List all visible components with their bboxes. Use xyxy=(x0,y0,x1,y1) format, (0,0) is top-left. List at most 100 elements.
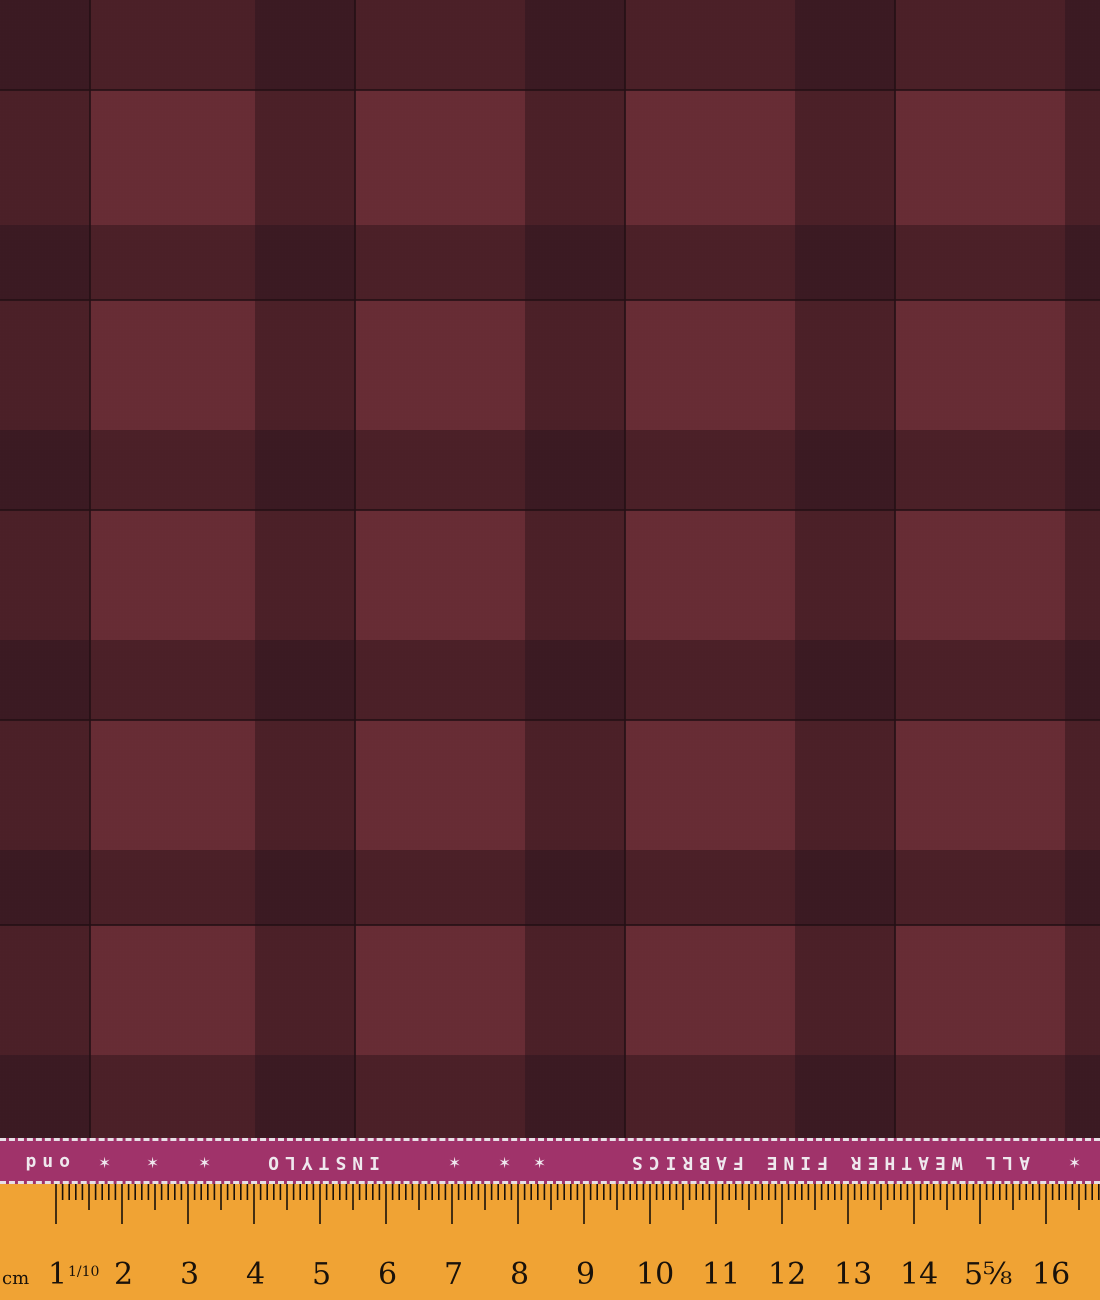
fabric-check-cell xyxy=(895,510,1065,640)
fabric-check-cell xyxy=(90,430,255,510)
fabric-check-cell xyxy=(795,225,895,300)
fabric-check-cell xyxy=(255,1055,355,1140)
ruler-number: 8 xyxy=(510,1257,529,1292)
fabric-check-cell xyxy=(895,850,1065,925)
fabric-check-cell xyxy=(255,90,355,225)
fabric-check-cell xyxy=(255,430,355,510)
fabric-check-cell xyxy=(625,925,795,1055)
fabric-check-cell xyxy=(795,1055,895,1140)
selvedge-text-strip: ond ✶ ✶ ✶ INSTYLO ✶ ✶ ✶ ALL WEATHER FINE… xyxy=(0,1146,1100,1176)
fabric-check-cell xyxy=(255,925,355,1055)
ruler-number: 5 xyxy=(312,1257,331,1292)
ruler-unit-label: cm xyxy=(2,1268,29,1289)
fabric-check-cell xyxy=(90,90,255,225)
fabric-check-cell xyxy=(255,720,355,850)
fabric-check-cell xyxy=(625,0,795,90)
fabric-check-cell xyxy=(1065,225,1100,300)
fabric-check-cell xyxy=(795,850,895,925)
star-icon: ✶ xyxy=(141,1152,158,1173)
fabric-check-cell xyxy=(895,640,1065,720)
fabric-check-cell xyxy=(355,510,525,640)
fabric-check-cell xyxy=(895,300,1065,430)
fabric-check-cell xyxy=(525,0,625,90)
ruler-number: 3 xyxy=(180,1257,199,1292)
fabric-check-cell xyxy=(255,300,355,430)
fabric-check-cell xyxy=(625,430,795,510)
fabric-check-cell xyxy=(525,850,625,925)
ruler-number: 9 xyxy=(576,1257,595,1292)
fabric-check-cell xyxy=(355,1055,525,1140)
checked-fabric xyxy=(0,0,1100,1140)
fabric-check-cell xyxy=(525,640,625,720)
fabric-check-cell xyxy=(795,510,895,640)
fabric-check-cell xyxy=(90,225,255,300)
fabric-check-pattern xyxy=(0,0,1100,1140)
fabric-check-cell xyxy=(0,0,90,90)
fabric-check-cell xyxy=(355,225,525,300)
star-icon: ✶ xyxy=(93,1152,110,1173)
fabric-check-cell xyxy=(0,720,90,850)
fabric-check-cell xyxy=(1065,720,1100,850)
ruler-number: 10 xyxy=(636,1257,674,1292)
fabric-check-cell xyxy=(795,0,895,90)
fabric-check-cell xyxy=(795,300,895,430)
selvedge-brand-instylo: INSTYLO xyxy=(262,1152,380,1173)
fabric-check-cell xyxy=(525,90,625,225)
ruler-ticks: cm 1/10 1 2 3 4 5 6 7 8 9 10 11 12 13 14 165⅝ xyxy=(2,1184,1100,1292)
fabric-check-cell xyxy=(895,90,1065,225)
fabric-check-cell xyxy=(1065,510,1100,640)
fabric-check-cell xyxy=(0,925,90,1055)
fabric-check-cell xyxy=(1065,925,1100,1055)
fabric-check-cell xyxy=(255,225,355,300)
ruler-number: 16 xyxy=(1032,1257,1070,1292)
fabric-check-cell xyxy=(90,925,255,1055)
fabric-check-cell xyxy=(625,225,795,300)
fabric-check-cell xyxy=(895,430,1065,510)
selvedge-tagline: ALL WEATHER FINE FABRICS xyxy=(625,1152,1030,1173)
fabric-check-cell xyxy=(355,720,525,850)
fabric-check-cell xyxy=(355,0,525,90)
fabric-check-cell xyxy=(0,1055,90,1140)
fabric-check-cell xyxy=(525,925,625,1055)
fabric-check-cell xyxy=(1065,1055,1100,1140)
fabric-check-cell xyxy=(90,1055,255,1140)
fabric-check-cell xyxy=(525,225,625,300)
fabric-check-cell xyxy=(625,1055,795,1140)
fabric-check-cell xyxy=(525,510,625,640)
fabric-check-cell xyxy=(0,430,90,510)
fabric-check-cell xyxy=(625,90,795,225)
fabric-check-cell xyxy=(90,640,255,720)
ruler-fraction-label: 5⅝ xyxy=(964,1257,1012,1292)
fabric-check-cell xyxy=(90,300,255,430)
ruler-number: 1 xyxy=(48,1257,67,1292)
fabric-check-cell xyxy=(625,640,795,720)
fabric-check-cell xyxy=(0,510,90,640)
measuring-tape: cm 1/10 1 2 3 4 5 6 7 8 9 10 11 12 13 14 16 5⅝ xyxy=(0,1184,1100,1300)
fabric-check-cell xyxy=(525,1055,625,1140)
ruler-number: 11 xyxy=(702,1257,740,1292)
ruler-number: 2 xyxy=(114,1257,133,1292)
fabric-check-cell xyxy=(625,720,795,850)
fabric-check-cell xyxy=(355,640,525,720)
ruler-tenth-label: 1/10 xyxy=(68,1264,99,1280)
fabric-check-cell xyxy=(795,640,895,720)
fabric-check-cell xyxy=(90,510,255,640)
fabric-check-cell xyxy=(895,0,1065,90)
fabric-check-cell xyxy=(795,90,895,225)
fabric-check-cell xyxy=(0,225,90,300)
fabric-check-cell xyxy=(355,300,525,430)
ruler-number: 12 xyxy=(768,1257,806,1292)
fabric-check-cell xyxy=(795,720,895,850)
fabric-check-cell xyxy=(255,510,355,640)
fabric-check-cell xyxy=(90,850,255,925)
fabric-check-cell xyxy=(90,0,255,90)
fabric-check-cell xyxy=(525,300,625,430)
fabric-check-cell xyxy=(0,640,90,720)
fabric-check-cell xyxy=(1065,300,1100,430)
fabric-check-cell xyxy=(90,720,255,850)
fabric-check-cell xyxy=(895,225,1065,300)
fabric-check-cell xyxy=(0,300,90,430)
fabric-check-cell xyxy=(355,430,525,510)
fabric-check-cell xyxy=(1065,430,1100,510)
ruler-number: 4 xyxy=(246,1257,265,1292)
